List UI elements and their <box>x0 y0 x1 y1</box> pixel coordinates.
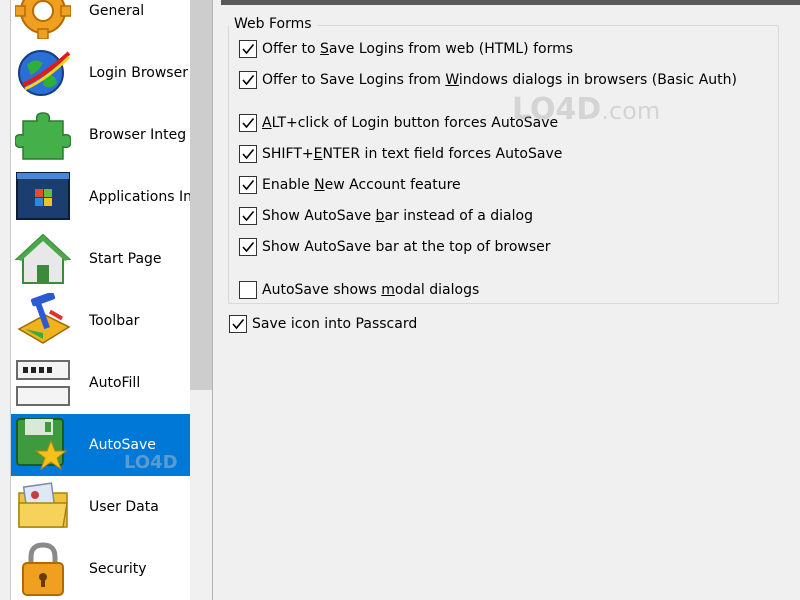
checkmark-icon <box>242 117 255 129</box>
web-forms-group-title: Web Forms <box>229 16 317 32</box>
checkbox[interactable] <box>239 281 257 299</box>
sidebar-item-toolbar[interactable]: Toolbar <box>11 290 190 352</box>
puzzle-icon <box>15 112 71 160</box>
checkbox[interactable] <box>239 176 257 194</box>
checkmark-icon <box>242 148 255 160</box>
checkmark-icon <box>242 241 255 253</box>
watermark-small: LO4D <box>124 452 178 473</box>
sidebar-item-user-data[interactable]: User Data <box>11 476 190 538</box>
option-autosave-modal-dialogs[interactable]: AutoSave shows modal dialogs <box>239 280 479 300</box>
sidebar-item-label: AutoSave <box>89 437 156 453</box>
checkbox[interactable] <box>239 71 257 89</box>
sidebar-item-label: User Data <box>89 499 159 515</box>
sidebar-item-label: General <box>89 3 145 19</box>
checkbox[interactable] <box>239 207 257 225</box>
sidebar-item-label: Applications In <box>89 189 192 205</box>
sidebar-item-security[interactable]: Security <box>11 538 190 600</box>
sidebar-item-login-browser[interactable]: Login Browser <box>11 42 190 104</box>
password-fields-icon <box>16 360 70 406</box>
sidebar-item-label: Browser Integ <box>89 127 187 143</box>
category-list: General Login Browser Browser Integ Appl… <box>10 0 192 600</box>
option-autosave-bar-instead-dialog[interactable]: Show AutoSave bar instead of a dialog <box>239 206 533 226</box>
photo-folder-icon <box>18 482 68 528</box>
sidebar-item-applications[interactable]: Applications In <box>11 166 192 228</box>
checkbox[interactable] <box>239 40 257 58</box>
checkmark-icon <box>242 43 255 55</box>
top-rule <box>221 0 800 5</box>
sidebar-item-autofill[interactable]: AutoFill <box>11 352 190 414</box>
checkmark-icon <box>242 179 255 191</box>
globe-icon <box>18 50 71 96</box>
padlock-icon <box>22 542 64 596</box>
panel-divider <box>212 0 213 600</box>
sidebar-item-label: Start Page <box>89 251 162 267</box>
option-save-logins-windows-dialogs[interactable]: Offer to Save Logins from Windows dialog… <box>239 70 737 90</box>
gear-icon <box>15 0 71 39</box>
checkbox[interactable] <box>229 315 247 333</box>
option-save-logins-web-forms[interactable]: Offer to Save Logins from web (HTML) for… <box>239 39 573 59</box>
checkmark-icon <box>242 74 255 86</box>
checkbox[interactable] <box>239 238 257 256</box>
toolbox-icon <box>17 293 71 344</box>
sidebar-item-label: Toolbar <box>89 313 140 329</box>
checkmark-icon <box>242 210 255 222</box>
checkbox[interactable] <box>239 145 257 163</box>
option-autosave-bar-top[interactable]: Show AutoSave bar at the top of browser <box>239 237 551 257</box>
house-icon <box>15 233 71 284</box>
scrollbar-thumb[interactable] <box>190 0 212 390</box>
option-shift-enter-forces-autosave[interactable]: SHIFT+ENTER in text field forces AutoSav… <box>239 144 562 164</box>
category-sidebar: General Login Browser Browser Integ Appl… <box>0 0 212 600</box>
sidebar-item-label: Security <box>89 561 147 577</box>
sidebar-item-label: AutoFill <box>89 375 141 391</box>
web-forms-group <box>228 25 779 304</box>
sidebar-item-label: Login Browser <box>89 65 188 81</box>
checkbox[interactable] <box>239 114 257 132</box>
watermark-logo: LO4D.com <box>512 92 661 127</box>
application-window-icon <box>16 172 70 220</box>
sidebar-item-browser-integration[interactable]: Browser Integ <box>11 104 190 166</box>
floppy-star-icon <box>16 418 68 471</box>
option-save-icon-passcard[interactable]: Save icon into Passcard <box>229 314 417 334</box>
sidebar-scrollbar[interactable] <box>190 0 212 600</box>
checkmark-icon <box>232 318 245 330</box>
sidebar-item-start-page[interactable]: Start Page <box>11 228 190 290</box>
option-enable-new-account[interactable]: Enable New Account feature <box>239 175 461 195</box>
sidebar-item-general[interactable]: General <box>11 0 190 42</box>
option-alt-click-forces-autosave[interactable]: ALT+click of Login button forces AutoSav… <box>239 113 558 133</box>
